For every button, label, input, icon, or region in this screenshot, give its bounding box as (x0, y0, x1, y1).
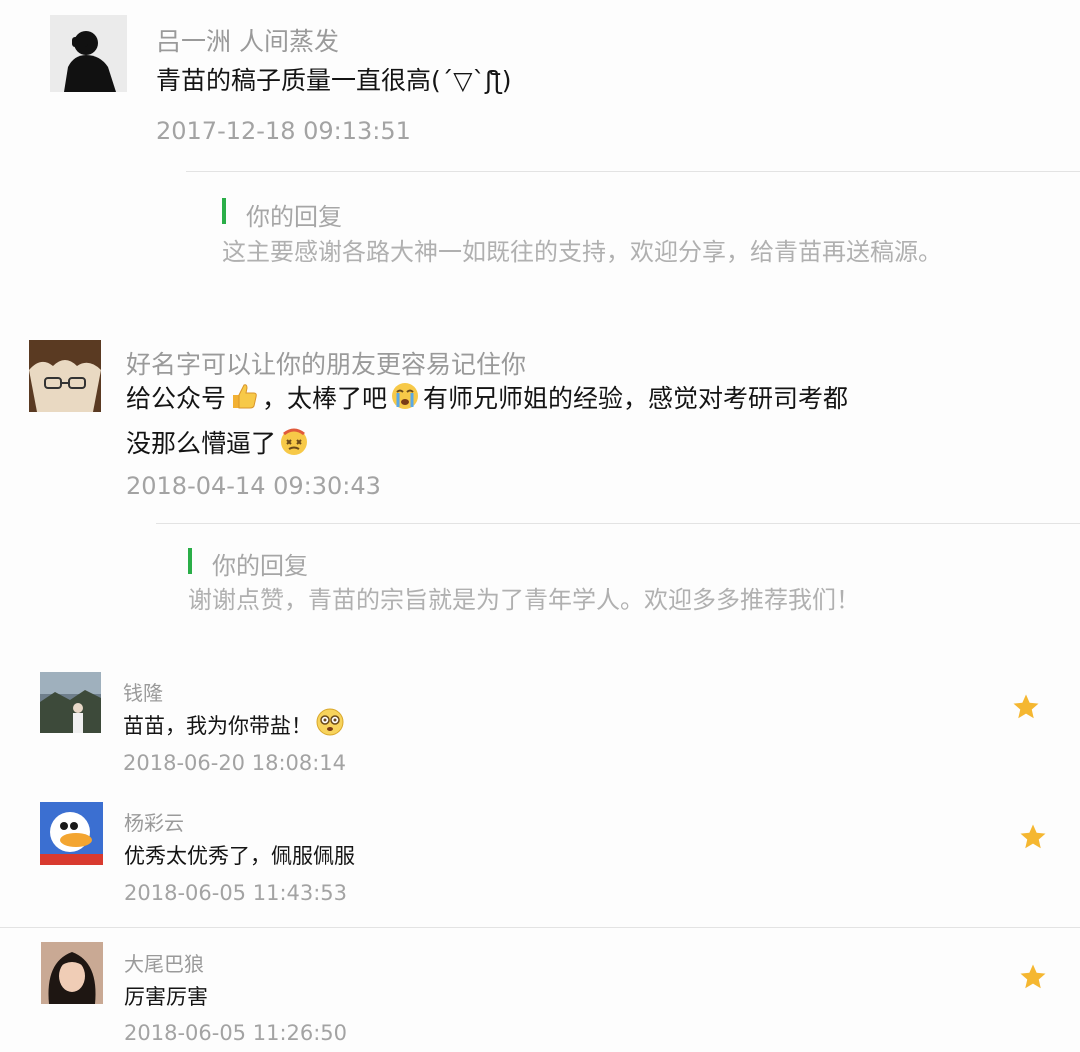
reply-divider (186, 171, 1080, 172)
comment-timestamp: 2018-04-14 09:30:43 (126, 472, 381, 500)
comment-text-part: 有师兄师姐的经验，感觉对考研司考都 (423, 384, 849, 413)
comment-avatar[interactable] (50, 15, 127, 92)
dizzy-emoji (279, 426, 309, 468)
comment-text: 给公众号 ，太棒了吧 有师兄师姐的经验，感觉对考研司考都 没那么懵逼了 (126, 378, 848, 468)
reply-accent-bar (222, 198, 226, 224)
comment-text-part: 给公众号 (126, 384, 227, 413)
comment-avatar[interactable] (40, 802, 103, 865)
commenter-name[interactable]: 吕一洲 人间蒸发 (156, 22, 339, 58)
reply-text: 这主要感谢各路大神一如既往的支持，欢迎分享，给青苗再送稿源。 (222, 238, 942, 266)
anime-avatar-image (29, 340, 101, 412)
comment-text: 优秀太优秀了，佩服佩服 (124, 844, 355, 868)
comment-divider (0, 927, 1080, 928)
commenter-name[interactable]: 好名字可以让你的朋友更容易记住你 (126, 345, 526, 381)
comment-timestamp: 2018-06-05 11:43:53 (124, 881, 348, 905)
reply-accent-bar (188, 548, 192, 574)
comment-avatar[interactable] (40, 672, 101, 733)
portrait-avatar-image (41, 942, 103, 1004)
star-icon[interactable] (1018, 962, 1048, 996)
comment-text: 青苗的稿子质量一直很高(´▽`ʃƪ) (156, 66, 512, 95)
commenter-name[interactable]: 大尾巴狼 (124, 948, 204, 977)
reply-title: 你的回复 (246, 203, 342, 231)
comment-text-part: 没那么懵逼了 (126, 429, 277, 458)
comment-timestamp: 2018-06-20 18:08:14 (123, 751, 347, 775)
comment-text: 苗苗，我为你带盐！ (123, 707, 348, 742)
comment-text-part: ，太棒了吧 (262, 384, 388, 413)
dazed-emoji (315, 707, 345, 742)
reply-title: 你的回复 (212, 552, 308, 580)
comment-timestamp: 2018-06-05 11:26:50 (124, 1021, 348, 1045)
silhouette-avatar-image (50, 15, 127, 92)
reply-text: 谢谢点赞，青苗的宗旨就是为了青年学人。欢迎多多推荐我们！ (188, 586, 860, 614)
commenter-name[interactable]: 杨彩云 (124, 807, 184, 836)
thumbs-up-emoji (229, 381, 259, 423)
star-icon[interactable] (1018, 822, 1048, 856)
comment-timestamp: 2017-12-18 09:13:51 (156, 117, 411, 145)
crying-emoji (390, 381, 420, 423)
star-icon[interactable] (1011, 692, 1041, 726)
cartoon-duck-avatar-image (40, 802, 103, 865)
comment-text: 厉害厉害 (124, 985, 208, 1009)
reply-divider (156, 523, 1080, 524)
commenter-name[interactable]: 钱隆 (123, 677, 163, 706)
landscape-avatar-image (40, 672, 101, 733)
comment-avatar[interactable] (41, 942, 103, 1004)
comment-avatar[interactable] (29, 340, 101, 412)
comment-text-part: 苗苗，我为你带盐！ (123, 714, 312, 738)
